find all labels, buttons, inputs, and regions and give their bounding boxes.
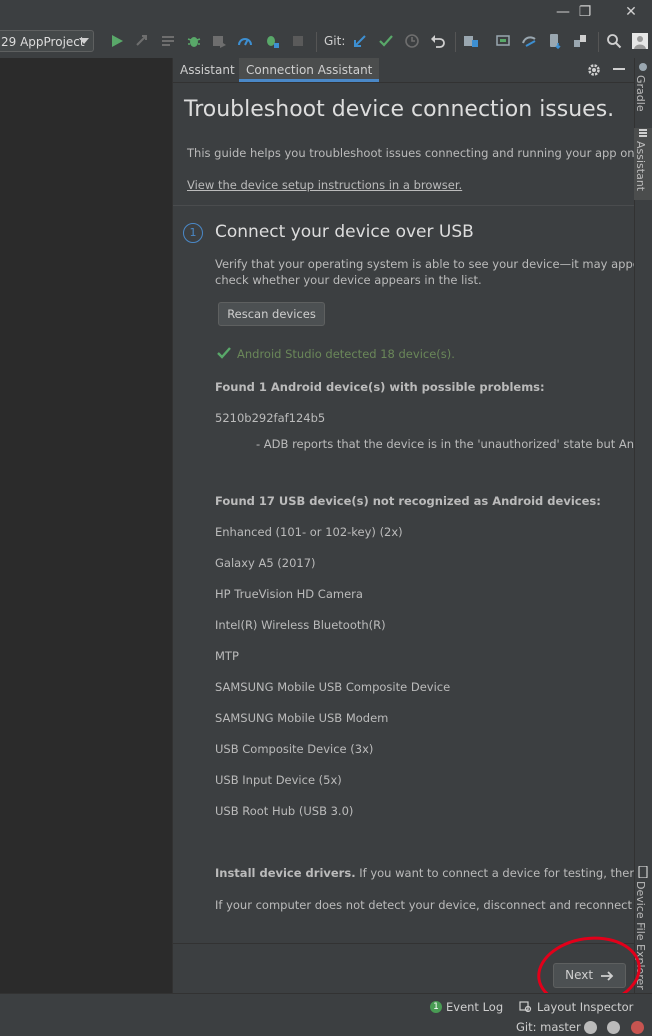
sync-gradle-icon[interactable] <box>521 33 537 49</box>
run-icon[interactable] <box>109 33 125 49</box>
assistant-tab-label: Assistant <box>634 141 647 192</box>
check-icon <box>217 347 231 359</box>
install-drivers-body: If you want to connect a device for test… <box>359 866 634 880</box>
install-drivers-text: Install device drivers. If you want to c… <box>215 866 634 880</box>
detected-status: Android Studio detected 18 device(s). <box>237 347 455 361</box>
hector-icon[interactable] <box>607 1021 620 1034</box>
git-commit-icon[interactable] <box>378 33 394 49</box>
step-description-line2: check whether your device appears in the… <box>215 273 482 287</box>
run-config-label: 29 AppProject <box>1 35 85 49</box>
main-toolbar: 29 AppProject Git: <box>0 26 652 59</box>
profile-icon[interactable] <box>237 33 253 49</box>
title-bar: — ❐ ✕ <box>0 0 652 26</box>
list-item: USB Input Device (5x) <box>215 773 342 787</box>
assistant-icon <box>639 129 647 137</box>
tab-connection-assistant[interactable]: Connection Assistant <box>239 58 380 82</box>
list-item: MTP <box>215 649 239 663</box>
hide-panel-icon[interactable] <box>613 68 625 71</box>
debug-icon[interactable] <box>186 33 202 49</box>
status-bar: 1 Event Log Layout Inspector Git: master <box>0 993 652 1036</box>
git-branch-widget[interactable]: Git: master <box>516 1020 581 1034</box>
usb-devices-heading: Found 17 USB device(s) not recognized as… <box>215 494 601 508</box>
layout-inspector-icon <box>519 1001 532 1013</box>
project-structure-icon[interactable] <box>463 33 479 49</box>
resource-manager-icon[interactable] <box>572 33 588 49</box>
sdk-manager-icon[interactable] <box>547 33 563 49</box>
page-title: Troubleshoot device connection issues. <box>184 97 615 122</box>
assistant-content: Troubleshoot device connection issues. T… <box>173 83 634 943</box>
gradle-tool-tab[interactable]: Gradle <box>634 62 652 112</box>
git-label: Git: <box>324 34 346 48</box>
rescan-devices-button[interactable]: Rescan devices <box>218 302 325 326</box>
error-icon[interactable] <box>631 1021 644 1034</box>
list-item: SAMSUNG Mobile USB Composite Device <box>215 680 451 694</box>
gradle-tab-label: Gradle <box>634 75 647 112</box>
run-config-select[interactable]: 29 AppProject <box>0 30 94 52</box>
tab-assistant[interactable]: Assistant <box>173 58 242 82</box>
assistant-tab-bar: Assistant Connection Assistant <box>173 58 634 83</box>
feedback-face-icon[interactable] <box>584 1021 597 1034</box>
step-title: Connect your device over USB <box>215 222 474 242</box>
account-avatar-icon[interactable] <box>632 33 648 49</box>
device-icon <box>638 865 648 879</box>
search-icon[interactable] <box>606 33 622 49</box>
editor-area <box>0 58 173 993</box>
restore-button[interactable]: ❐ <box>572 0 598 26</box>
install-drivers-bold: Install device drivers. <box>215 866 356 880</box>
list-item: USB Root Hub (USB 3.0) <box>215 804 354 818</box>
list-item: USB Composite Device (3x) <box>215 742 374 756</box>
toolbar-divider <box>316 32 317 52</box>
reconnect-text: If your computer does not detect your de… <box>215 898 634 912</box>
apply-code-changes-icon[interactable] <box>160 33 176 49</box>
assistant-tool-tab[interactable]: Assistant <box>634 128 652 200</box>
toolbar-divider <box>455 32 456 52</box>
step-number-badge: 1 <box>183 223 203 243</box>
attach-debugger-icon[interactable] <box>264 33 280 49</box>
list-item: SAMSUNG Mobile USB Modem <box>215 711 389 725</box>
list-item: Enhanced (101- or 102-key) (2x) <box>215 525 403 539</box>
device-setup-link[interactable]: View the device setup instructions in a … <box>187 178 462 192</box>
problem-devices-heading: Found 1 Android device(s) with possible … <box>215 380 545 394</box>
stop-icon[interactable] <box>290 33 306 49</box>
chevron-down-icon <box>79 38 89 44</box>
problem-device-detail: - ADB reports that the device is in the … <box>256 437 634 451</box>
list-item: Intel(R) Wireless Bluetooth(R) <box>215 618 386 632</box>
intro-text: This guide helps you troubleshoot issues… <box>187 146 634 160</box>
run-with-coverage-icon[interactable] <box>211 33 227 49</box>
list-item: Galaxy A5 (2017) <box>215 556 316 570</box>
list-item: HP TrueVision HD Camera <box>215 587 363 601</box>
git-update-icon[interactable] <box>352 33 368 49</box>
apply-changes-icon[interactable] <box>134 33 150 49</box>
problem-device-id: 5210b292faf124b5 <box>215 411 326 425</box>
layout-inspector-button[interactable]: Layout Inspector <box>537 1000 633 1014</box>
event-log-badge: 1 <box>430 1001 442 1013</box>
avd-manager-icon[interactable] <box>495 33 511 49</box>
divider <box>173 205 634 206</box>
gear-icon[interactable] <box>587 63 601 77</box>
gradle-icon <box>639 63 647 71</box>
step-description-line1: Verify that your operating system is abl… <box>215 257 634 271</box>
git-rollback-icon[interactable] <box>430 33 446 49</box>
close-button[interactable]: ✕ <box>618 0 644 26</box>
event-log-button[interactable]: Event Log <box>446 1000 503 1014</box>
git-history-icon[interactable] <box>404 33 420 49</box>
toolbar-divider <box>598 32 599 52</box>
